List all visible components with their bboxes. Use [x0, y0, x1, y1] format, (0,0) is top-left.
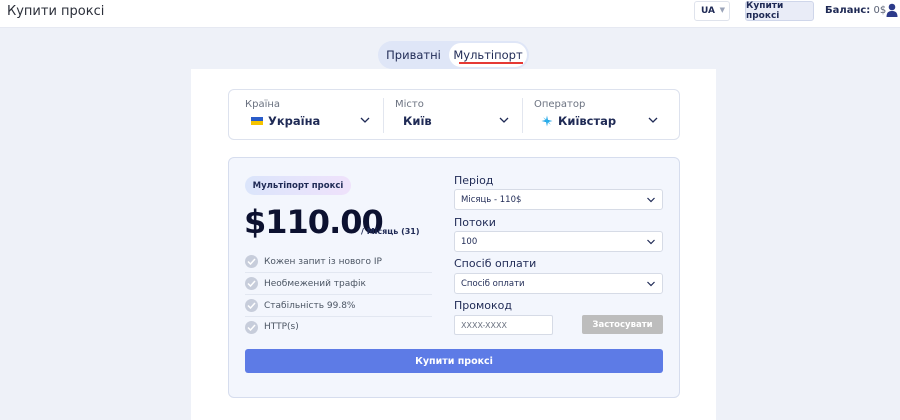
promo-code-input[interactable]	[454, 315, 553, 335]
user-icon[interactable]	[886, 3, 898, 17]
operator-label: Оператор	[534, 99, 586, 110]
language-select[interactable]: UA ▼	[694, 1, 730, 21]
operator-value-wrap: Київстар	[541, 114, 616, 128]
feature-item: Необмежений трафік	[245, 273, 432, 295]
chevron-down-icon	[647, 197, 655, 203]
plan-price-period: / Місяць (31)	[361, 227, 420, 236]
tab-private[interactable]: Приватні	[378, 41, 449, 69]
language-value: UA	[701, 6, 715, 16]
period-value: Місяць - 110$	[461, 194, 522, 205]
country-label: Країна	[245, 99, 281, 110]
city-select[interactable]: Місто Київ	[395, 90, 515, 141]
country-value-wrap: Україна	[251, 114, 320, 128]
payment-method-label: Спосіб оплати	[454, 257, 537, 270]
operator-select[interactable]: Оператор Київстар	[534, 90, 669, 141]
promo-code-label: Промокод	[454, 299, 512, 312]
feature-text: Необмежений трафік	[264, 278, 366, 289]
feature-item: Стабільність 99.8%	[245, 295, 432, 317]
balance: Баланс: 0$	[825, 5, 886, 16]
active-tab-underline	[459, 62, 523, 64]
divider	[383, 98, 384, 133]
check-circle-icon	[245, 255, 258, 268]
feature-text: Кожен запит із нового IP	[264, 256, 382, 267]
plan-badge: Мультіпорт проксі	[245, 176, 351, 195]
country-select[interactable]: Країна Україна	[245, 90, 375, 141]
location-selector-row: Країна Україна Місто Київ Оператор Київс…	[228, 89, 680, 140]
ukraine-flag-icon	[251, 117, 263, 125]
check-circle-icon	[245, 299, 258, 312]
city-value: Київ	[403, 114, 432, 128]
operator-value: Київстар	[558, 114, 617, 128]
chevron-down-icon	[499, 117, 509, 123]
feature-text: Стабільність 99.8%	[264, 300, 356, 311]
page-title: Купити проксі	[7, 4, 105, 19]
chevron-down-icon	[648, 117, 658, 123]
threads-label: Потоки	[454, 216, 496, 229]
check-circle-icon	[245, 320, 258, 334]
balance-value: 0$	[873, 5, 887, 16]
period-label: Період	[454, 174, 494, 187]
payment-method-value: Спосіб оплати	[461, 278, 525, 289]
payment-method-select[interactable]: Спосіб оплати	[454, 273, 663, 294]
feature-item: HTTP(s)	[245, 316, 432, 338]
proxy-type-tabs: Приватні Мультіпорт	[378, 41, 529, 69]
balance-label: Баланс:	[825, 5, 871, 16]
city-label: Місто	[395, 99, 424, 110]
feature-item: Кожен запит із нового IP	[245, 251, 432, 273]
buy-proxy-button[interactable]: Купити проксі	[245, 349, 663, 373]
chevron-down-icon	[360, 117, 370, 123]
feature-text: HTTP(s)	[264, 322, 299, 332]
divider	[522, 98, 523, 133]
threads-value: 100	[461, 236, 478, 247]
chevron-down-icon	[647, 239, 655, 245]
country-value: Україна	[268, 114, 321, 128]
apply-promo-button[interactable]: Застосувати	[582, 315, 663, 334]
chevron-down-icon: ▼	[719, 6, 725, 14]
header-buy-proxy-button[interactable]: Купити проксі	[745, 1, 814, 21]
kyivstar-star-icon	[541, 115, 553, 127]
chevron-down-icon	[647, 281, 655, 287]
top-bar: Купити проксі UA ▼ Купити проксі Баланс:…	[0, 0, 900, 28]
period-select[interactable]: Місяць - 110$	[454, 189, 663, 210]
check-circle-icon	[245, 277, 258, 290]
threads-select[interactable]: 100	[454, 231, 663, 252]
